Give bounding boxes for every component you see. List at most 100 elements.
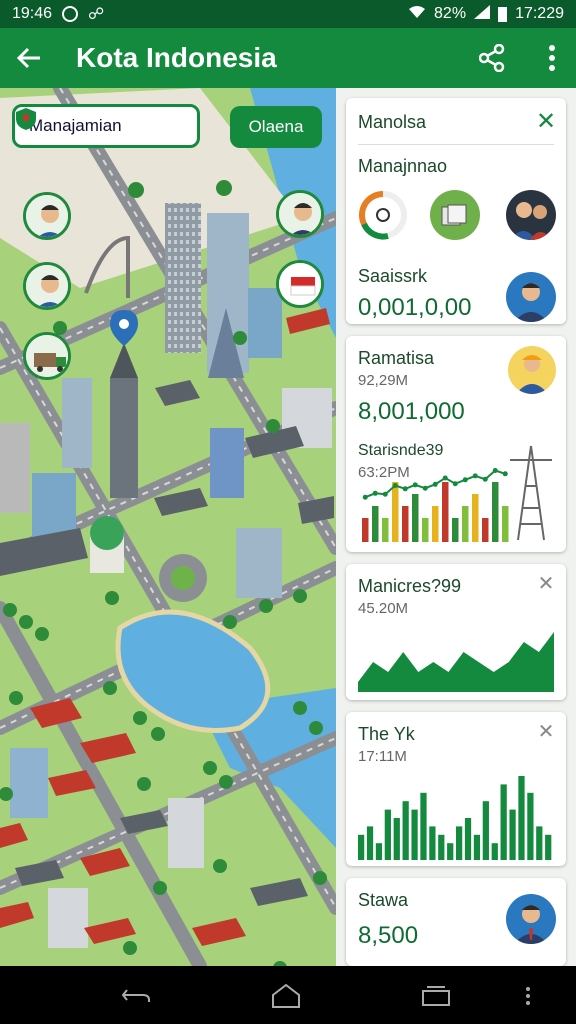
avatar-pin-3[interactable]	[23, 262, 71, 310]
manage-chip[interactable]: Manajamian	[12, 104, 200, 148]
chart-bar	[482, 801, 489, 860]
bar-chart-2	[358, 776, 552, 860]
nav-back-button[interactable]	[116, 980, 156, 1012]
location-pin-icon	[110, 310, 138, 346]
card-title: Manolsa	[358, 112, 427, 132]
settings-small-icon: ☍	[88, 6, 105, 23]
trend-point	[372, 490, 378, 496]
chart-bar	[412, 494, 419, 542]
chart-bar	[358, 834, 365, 860]
more-vert-icon	[526, 987, 530, 1005]
chart-bar	[456, 826, 463, 860]
person-avatar-icon	[26, 265, 68, 307]
chart-bar	[500, 784, 507, 860]
chart-bar	[447, 843, 454, 860]
shield-icon	[16, 108, 36, 130]
back-nav-icon	[121, 989, 150, 1002]
documents-icon[interactable]	[430, 190, 480, 240]
status-bar: 19:46 ☍ 82% 17:229	[0, 0, 576, 28]
chart-bar	[492, 482, 499, 542]
card-title: Stawa	[358, 890, 409, 910]
chart-bar	[384, 809, 391, 860]
chart-bar	[362, 518, 369, 542]
avatar-pin-1[interactable]	[23, 192, 71, 240]
stats-card: Stawa 8,500	[346, 878, 566, 966]
close-button[interactable]: ✕	[534, 110, 558, 134]
chart-bar	[509, 809, 516, 860]
section-title: Manajnnao	[358, 156, 448, 176]
city-map[interactable]: Manajamian Olaena	[0, 88, 336, 966]
delivery-truck-icon	[26, 335, 68, 377]
area-chart	[358, 632, 554, 692]
chart-bar	[472, 494, 479, 542]
trend-point	[482, 476, 488, 482]
trend-point	[492, 468, 498, 473]
chart-bar	[411, 809, 418, 860]
section-title-2: Saaissrk	[358, 266, 428, 286]
back-button[interactable]	[0, 28, 58, 88]
person-avatar[interactable]	[506, 272, 556, 322]
card-value: 8,001,000	[358, 398, 465, 425]
nav-menu-button[interactable]	[508, 980, 548, 1012]
chart-bar	[375, 843, 383, 860]
summary-card: Manolsa ✕ Manajnnao Saaissrk 0,001,0,00	[346, 98, 566, 324]
chart-bar	[482, 518, 489, 542]
chart-bar	[491, 843, 498, 860]
delivery-pin[interactable]	[23, 332, 71, 380]
trend-point	[472, 473, 478, 479]
close-button[interactable]: ✕	[534, 720, 558, 744]
chart-bar	[473, 834, 481, 860]
person-avatar[interactable]	[506, 894, 556, 944]
team-avatar[interactable]	[506, 190, 556, 240]
chart-bar	[438, 834, 445, 860]
chart-bar	[402, 506, 409, 542]
avatar-pin-2[interactable]	[276, 190, 324, 238]
chart-bar	[392, 482, 399, 542]
nav-home-button[interactable]	[266, 980, 306, 1012]
gauge-icon[interactable]	[358, 190, 408, 240]
trend-point	[362, 494, 368, 500]
manage-chip-label: Manajamian	[29, 116, 122, 135]
status-clock: 17:229	[515, 5, 564, 22]
trend-point	[462, 477, 468, 483]
chart-bar	[518, 776, 525, 860]
chart-bar	[442, 482, 449, 542]
trend-point	[442, 475, 448, 481]
chart-bar	[452, 518, 459, 542]
chart-bar	[393, 818, 400, 860]
open-button[interactable]: Olaena	[230, 106, 322, 148]
close-button[interactable]: ✕	[534, 572, 558, 596]
flag-pin[interactable]	[276, 260, 324, 308]
notification-icon	[62, 6, 79, 22]
person-avatar-icon	[279, 193, 321, 235]
card-subtitle: 45.20M	[358, 600, 409, 617]
more-options-button[interactable]	[532, 38, 572, 78]
trend-point	[412, 482, 418, 488]
section-value: 0,001,0,00	[358, 294, 472, 321]
population-card: Ramatisa 92,29M 8,001,000 Starisnde39 63…	[346, 336, 566, 552]
tower-icon	[510, 445, 552, 541]
share-button[interactable]	[472, 38, 512, 78]
share-icon	[479, 44, 505, 72]
area-chart-card: Manicres?99 ✕ 45.20M	[346, 564, 566, 700]
nav-recents-button[interactable]	[416, 980, 456, 1012]
person-avatar-icon	[26, 195, 68, 237]
system-nav-bar	[0, 966, 576, 1024]
trend-point	[392, 483, 398, 488]
chart-bar	[372, 506, 379, 542]
back-arrow-icon	[16, 47, 40, 69]
chart-bar	[366, 826, 374, 860]
chart-bar	[464, 818, 472, 860]
trend-point	[422, 485, 428, 491]
trend-point	[402, 486, 408, 492]
chart-bar	[432, 506, 439, 542]
card-title: The Yk	[358, 724, 415, 744]
chart-bar	[545, 834, 552, 860]
bar-chart-card: The Yk ✕ 17:11M	[346, 712, 566, 866]
chart-bar	[420, 792, 427, 860]
side-panel: Manolsa ✕ Manajnnao Saaissrk 0,001,0,00 …	[336, 88, 576, 966]
battery-percent: 82%	[434, 5, 467, 22]
worker-avatar[interactable]	[508, 346, 556, 394]
app-bar: Kota Indonesia	[0, 28, 576, 88]
signal-icon	[474, 4, 491, 24]
